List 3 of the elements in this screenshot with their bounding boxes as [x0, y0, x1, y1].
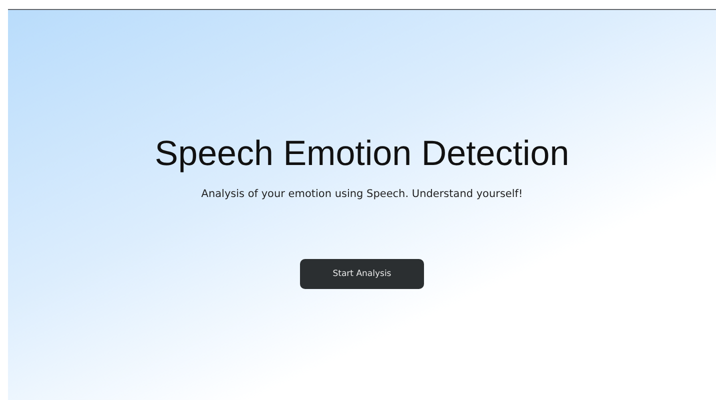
start-analysis-button[interactable]: Start Analysis: [300, 259, 424, 289]
subtitle: Analysis of your emotion using Speech. Understand yourself!: [201, 188, 523, 200]
page-title: Speech Emotion Detection: [154, 134, 570, 174]
